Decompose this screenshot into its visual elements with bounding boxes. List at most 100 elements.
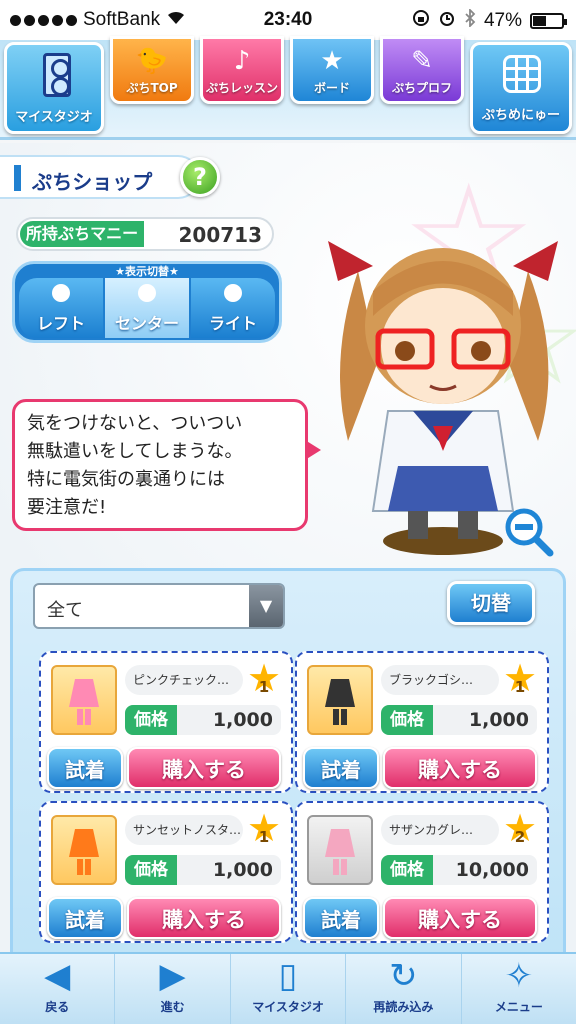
rotation-lock-icon <box>412 9 430 33</box>
view-center-label: センター <box>114 314 179 333</box>
forward-arrow-icon: ▶ <box>159 956 186 996</box>
puchi-menu-button[interactable]: ぷちめにゅー <box>470 42 572 134</box>
reload-icon: ↻ <box>389 956 418 996</box>
status-right: 47% <box>412 7 567 33</box>
item-price: 1,000 <box>177 705 281 735</box>
rank-star-icon: ★ 2 <box>501 809 539 847</box>
status-bar: SoftBank 23:40 47% <box>0 0 576 40</box>
bluetooth-icon <box>464 7 476 33</box>
tab-label: ぷちTOP <box>126 81 178 95</box>
tab-puchi-prof[interactable]: ✎ ぷちプロフ <box>380 36 464 104</box>
shop-item-card: サザンカグレ… ★ 2 価格 10,000 試着 購入する <box>295 801 549 943</box>
back-arrow-icon: ◀ <box>44 956 71 996</box>
bird-icon: 🐤 <box>135 46 169 76</box>
star-icon: ★ <box>320 46 344 76</box>
battery-percent: 47% <box>483 10 522 31</box>
my-studio-button[interactable]: マイスタジオ <box>4 42 104 134</box>
reload-button[interactable]: ↻ 再読み込み <box>346 954 462 1024</box>
top-nav: マイスタジオ 🐤 ぷちTOP ♪ ぷちレッスン ★ ボード ✎ ぷちプロフ ぷち… <box>0 36 576 140</box>
grid-icon <box>503 55 541 93</box>
money-display: 所持ぷちマニー 200713 <box>16 217 274 251</box>
item-rank: 1 <box>514 678 526 696</box>
item-thumbnail <box>307 815 373 885</box>
reload-label: 再読み込み <box>373 1000 434 1014</box>
item-thumbnail <box>307 665 373 735</box>
speech-text: 気をつけないと、ついつい 無駄遣いをしてしまうな。 特に電気街の裏通りには 要注… <box>27 413 243 518</box>
category-filter-select[interactable]: 全て ▼ <box>33 583 285 629</box>
forward-label: 進む <box>160 1000 185 1014</box>
rank-star-icon: ★ 1 <box>501 659 539 697</box>
my-studio-label: マイスタジオ <box>15 110 93 125</box>
view-right-label: ライト <box>208 314 257 333</box>
item-panel: 全て ▼ 切替 ピンクチェック… ★ 1 価格 1,000 試着 購入する ブラッ… <box>10 568 566 953</box>
main-content: ☆ ☆ ぷちショップ ? 所持ぷちマニー 200713 ★表示切替★ レフト セ… <box>0 143 576 953</box>
menu-logo-icon: ✧ <box>504 956 534 996</box>
rank-star-icon: ★ 1 <box>245 809 283 847</box>
speaker-icon <box>43 53 71 97</box>
view-switch-caption: ★表示切替★ <box>115 265 179 278</box>
my-studio-bottom-button[interactable]: ▯ マイスタジオ <box>231 954 347 1024</box>
tab-label: ぷちプロフ <box>391 81 453 95</box>
outfit-image <box>69 679 99 707</box>
buy-button[interactable]: 購入する <box>127 897 281 939</box>
menu-button[interactable]: ✧ メニュー <box>462 954 576 1024</box>
battery-icon <box>530 13 567 29</box>
forward-button[interactable]: ▶ 進む <box>115 954 231 1024</box>
money-label: 所持ぷちマニー <box>20 221 144 247</box>
item-thumbnail <box>51 665 117 735</box>
item-price: 1,000 <box>177 855 281 885</box>
person-icon <box>52 284 70 302</box>
price-label: 価格 <box>125 705 177 735</box>
price-label: 価格 <box>125 855 177 885</box>
switch-button[interactable]: 切替 <box>447 581 535 625</box>
tab-board[interactable]: ★ ボード <box>290 36 374 104</box>
alarm-icon <box>438 9 456 33</box>
tab-label: ぷちレッスン <box>205 81 279 95</box>
shop-item-card: サンセットノスタ… ★ 1 価格 1,000 試着 購入する <box>39 801 293 943</box>
item-price: 1,000 <box>433 705 537 735</box>
item-name: サザンカグレ… <box>381 815 499 845</box>
item-price: 10,000 <box>433 855 537 885</box>
person-icon <box>138 284 156 302</box>
try-on-button[interactable]: 試着 <box>303 747 379 789</box>
filter-value: 全て <box>47 600 83 621</box>
tab-label: ボード <box>313 81 350 95</box>
back-button[interactable]: ◀ 戻る <box>0 954 116 1024</box>
item-rank: 2 <box>514 828 526 846</box>
tab-puchi-lesson[interactable]: ♪ ぷちレッスン <box>200 36 284 104</box>
view-switch: ★表示切替★ レフト センター ライト <box>12 261 282 343</box>
item-name: ピンクチェック… <box>125 665 243 695</box>
tab-puchi-top[interactable]: 🐤 ぷちTOP <box>110 36 194 104</box>
page-title: ぷちショップ <box>32 170 153 194</box>
view-right-button[interactable]: ライト <box>191 278 275 338</box>
music-note-icon: ♪ <box>233 46 251 76</box>
buy-button[interactable]: 購入する <box>383 897 537 939</box>
speaker-icon: ▯ <box>278 956 298 996</box>
notebook-icon: ✎ <box>411 46 433 76</box>
zoom-out-button[interactable] <box>502 505 554 557</box>
page-title-plate: ぷちショップ <box>0 155 200 199</box>
view-center-button[interactable]: センター <box>105 278 189 338</box>
speech-bubble: 気をつけないと、ついつい 無駄遣いをしてしまうな。 特に電気街の裏通りには 要注… <box>12 399 321 531</box>
person-icon <box>224 284 242 302</box>
try-on-button[interactable]: 試着 <box>47 747 123 789</box>
puchi-menu-label: ぷちめにゅー <box>481 108 561 123</box>
item-name: ブラックゴシ… <box>381 665 499 695</box>
shop-item-card: ブラックゴシ… ★ 1 価格 1,000 試着 購入する <box>295 651 549 793</box>
item-rank: 1 <box>258 828 270 846</box>
view-left-button[interactable]: レフト <box>19 278 103 338</box>
item-name: サンセットノスタ… <box>125 815 243 845</box>
help-button[interactable]: ? <box>180 157 220 197</box>
chevron-down-icon: ▼ <box>249 585 283 627</box>
try-on-button[interactable]: 試着 <box>47 897 123 939</box>
try-on-button[interactable]: 試着 <box>303 897 379 939</box>
bottom-toolbar: ◀ 戻る ▶ 進む ▯ マイスタジオ ↻ 再読み込み ✧ メニュー <box>0 952 576 1024</box>
price-label: 価格 <box>381 855 433 885</box>
money-value: 200713 <box>178 223 263 247</box>
buy-button[interactable]: 購入する <box>127 747 281 789</box>
price-label: 価格 <box>381 705 433 735</box>
item-rank: 1 <box>258 678 270 696</box>
my-studio-bottom-label: マイスタジオ <box>252 1000 324 1014</box>
menu-label: メニュー <box>494 1000 543 1014</box>
buy-button[interactable]: 購入する <box>383 747 537 789</box>
